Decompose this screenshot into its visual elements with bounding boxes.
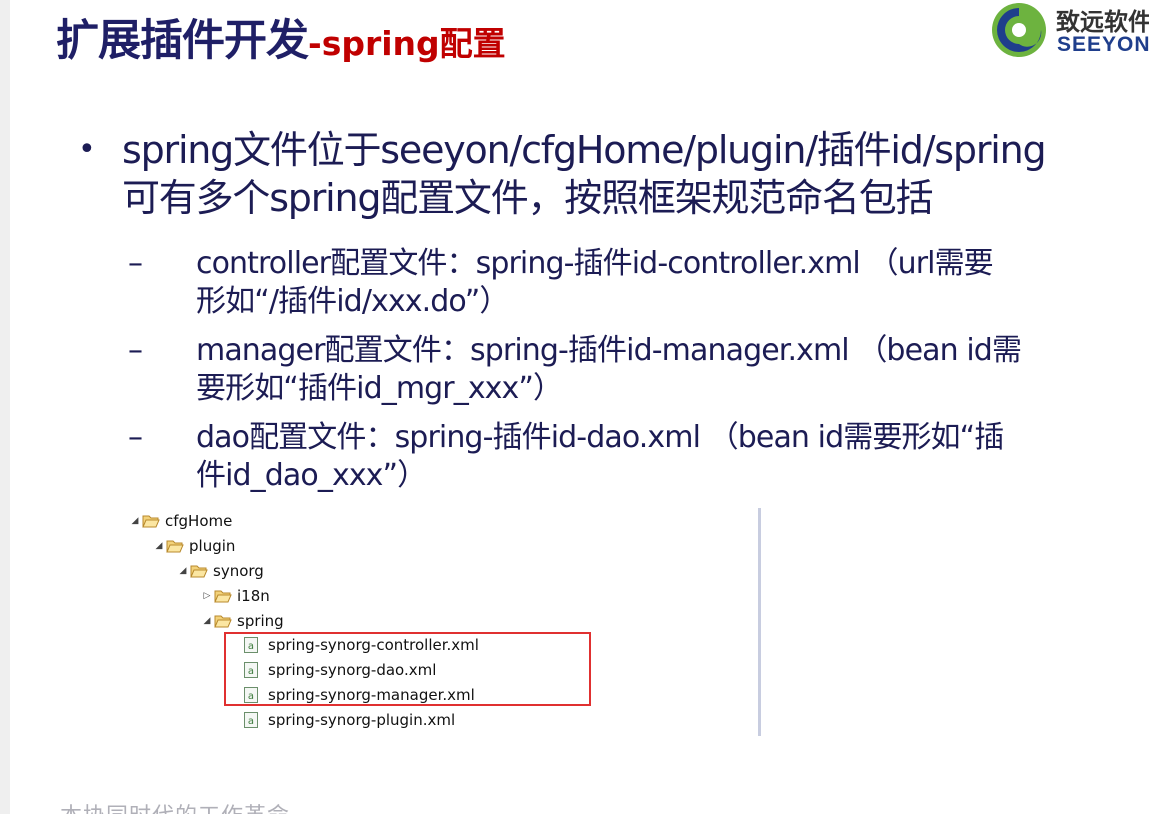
bullet-dot: • [78,132,96,167]
subitem-line-2: 形如“/插件id/xxx.do”） [196,284,509,319]
company-logo: 致远软件 SEEYON [986,0,1149,62]
tree-node-spring[interactable]: ◢ spring [200,608,284,633]
open-folder-icon [214,615,232,627]
expanded-arrow-icon[interactable]: ◢ [128,516,142,526]
open-folder-icon [214,590,232,602]
open-folder-icon [166,540,184,552]
highlight-box [224,632,591,706]
tree-label: cfgHome [165,511,233,530]
open-folder-icon [190,565,208,577]
expanded-arrow-icon[interactable]: ◢ [152,541,166,551]
open-folder-icon [142,515,160,527]
subitem-dash: – [128,333,143,368]
bullet-line-2: 可有多个spring配置文件，按照框架规范命名包括 [122,176,934,220]
logo-cn-text: 致远软件 [1056,7,1149,36]
tree-label: synorg [213,561,264,580]
footer-slogan: 本协同时代的工作革命 [60,798,290,814]
tree-node-synorg[interactable]: ◢ synorg [176,558,264,583]
collapsed-arrow-icon[interactable]: ▷ [200,591,214,601]
subitem-line-1: dao配置文件：spring-插件id-dao.xml （bean id需要形如… [196,420,1004,455]
svg-text:a: a [248,716,254,727]
tree-label: i18n [237,586,270,605]
slide-left-strip [0,0,10,814]
logo-en-text: SEEYON [1057,33,1149,56]
bullet-line-1: spring文件位于seeyon/cfgHome/plugin/插件id/spr… [122,128,1047,172]
tree-divider [758,508,761,736]
slide-title: 扩展插件开发-spring配置 [56,6,506,76]
title-main: 扩展插件开发 [56,16,309,66]
seeyon-swirl-icon [992,3,1046,57]
subitem-line-1: controller配置文件：spring-插件id-controller.xm… [196,246,994,281]
subitem-line-2: 要形如“插件id_mgr_xxx”） [196,371,563,406]
tree-label: spring-synorg-plugin.xml [268,710,456,729]
subitem-line-2: 件id_dao_xxx”） [196,458,427,493]
tree-node-cfghome[interactable]: ◢ cfgHome [128,508,233,533]
title-sub: -spring配置 [308,24,506,63]
tree-label: plugin [189,536,236,555]
subitem-dash: – [128,420,143,455]
xml-file-icon: a [244,711,258,728]
subitem-line-1: manager配置文件：spring-插件id-manager.xml （bea… [196,333,1022,368]
tree-node-plugin[interactable]: ◢ plugin [152,533,236,558]
tree-node-i18n[interactable]: ▷ i18n [200,583,270,608]
subitem-dash: – [128,246,143,281]
expanded-arrow-icon[interactable]: ◢ [176,566,190,576]
tree-label: spring [237,611,284,630]
tree-file-plugin-xml[interactable]: a spring-synorg-plugin.xml [244,707,455,732]
expanded-arrow-icon[interactable]: ◢ [200,616,214,626]
